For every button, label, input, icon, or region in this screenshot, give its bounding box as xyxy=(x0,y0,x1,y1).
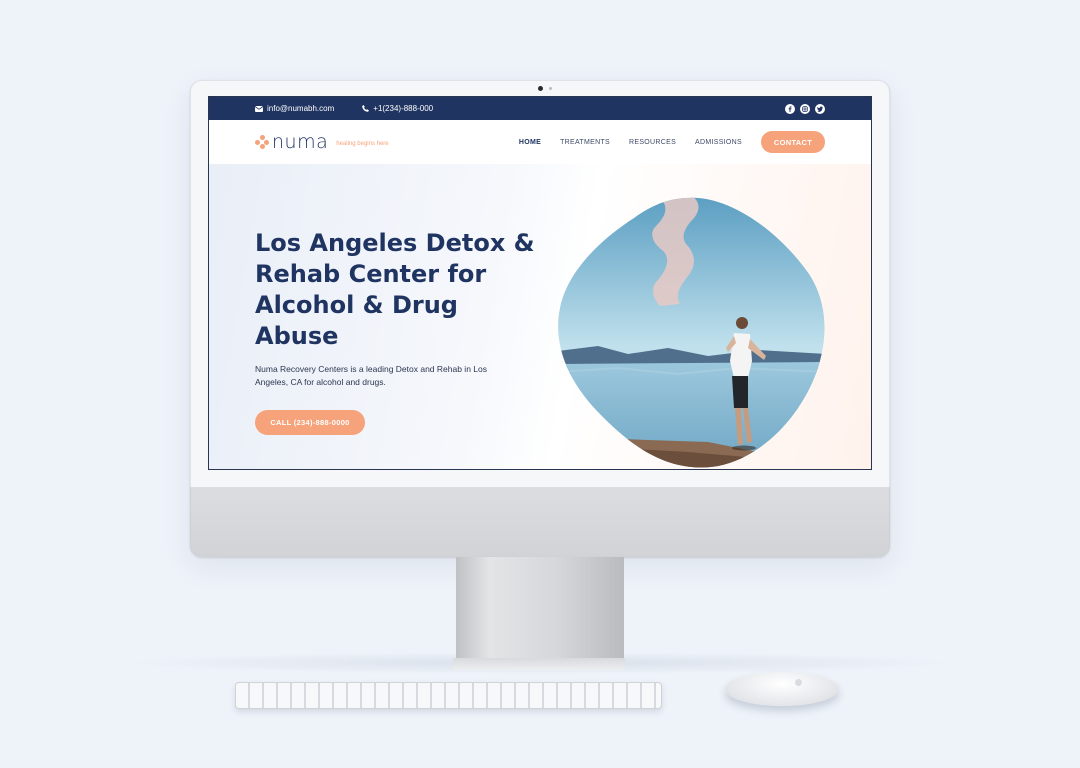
nav-item-resources[interactable]: RESOURCES xyxy=(629,139,676,146)
mouse xyxy=(725,672,839,706)
phone-icon xyxy=(362,105,370,112)
camera-icon xyxy=(538,86,543,91)
keyboard xyxy=(235,682,662,709)
call-button[interactable]: CALL (234)-888-0000 xyxy=(255,410,365,435)
twitter-icon[interactable] xyxy=(815,103,825,114)
apple-logo-icon xyxy=(795,679,802,686)
brand-tagline: healing begins here xyxy=(336,141,389,147)
brand-logo[interactable]: numa healing begins here xyxy=(255,131,389,153)
email-text: info@numabh.com xyxy=(267,104,335,113)
nav-item-treatments[interactable]: TREATMENTS xyxy=(560,139,610,146)
website-screen: info@numabh.com +1(234)-888-000 numa hea… xyxy=(208,96,872,470)
hero-section: Los Angeles Detox & Rehab Center for Alc… xyxy=(209,164,871,469)
imac-chin xyxy=(190,487,890,557)
hero-title: Los Angeles Detox & Rehab Center for Alc… xyxy=(255,229,535,350)
top-contact-bar: info@numabh.com +1(234)-888-000 xyxy=(209,97,871,120)
nav-item-home[interactable]: HOME xyxy=(519,139,541,146)
imac-stand-foot xyxy=(453,658,625,670)
main-navbar: numa healing begins here HOME TREATMENTS… xyxy=(209,120,871,164)
phone-text: +1(234)-888-000 xyxy=(373,104,434,113)
numa-flower-icon xyxy=(255,135,269,149)
mail-icon xyxy=(255,105,263,112)
hero-image xyxy=(558,197,825,468)
hero-description: Numa Recovery Centers is a leading Detox… xyxy=(255,364,487,387)
facebook-icon[interactable] xyxy=(785,103,795,114)
contact-button[interactable]: CONTACT xyxy=(761,131,825,153)
brand-name: numa xyxy=(272,131,329,153)
camera-indicator xyxy=(549,87,552,90)
nav-menu: HOME TREATMENTS RESOURCES ADMISSIONS CON… xyxy=(519,131,825,153)
imac-stand xyxy=(456,557,624,660)
email-link[interactable]: info@numabh.com xyxy=(255,104,334,113)
nav-item-admissions[interactable]: ADMISSIONS xyxy=(695,139,742,146)
phone-link[interactable]: +1(234)-888-000 xyxy=(362,104,433,113)
instagram-icon[interactable] xyxy=(800,103,810,114)
